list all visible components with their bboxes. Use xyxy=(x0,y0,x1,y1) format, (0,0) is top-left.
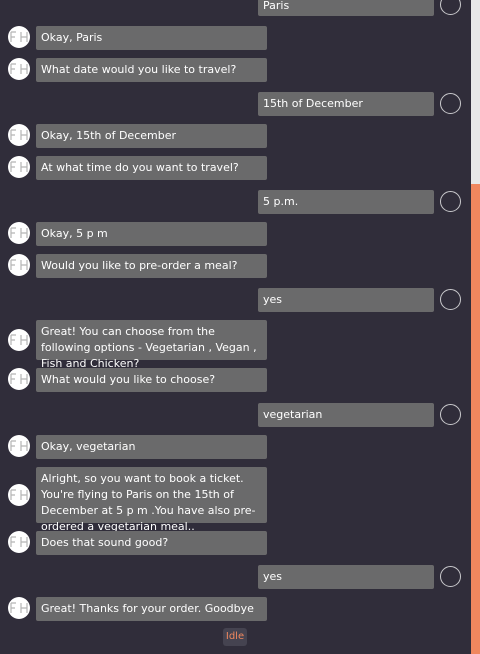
fh-logo-icon xyxy=(10,489,28,500)
message-bubble: Okay, Paris xyxy=(36,26,267,50)
bot-avatar xyxy=(8,597,30,619)
fh-logo-icon xyxy=(10,259,28,270)
message-bubble: Okay, 15th of December xyxy=(36,124,267,148)
message-bubble: What date would you like to travel? xyxy=(36,58,267,82)
message-bubble: yes xyxy=(258,288,434,312)
fh-logo-icon xyxy=(10,63,28,74)
user-avatar xyxy=(440,404,461,425)
bot-avatar xyxy=(8,58,30,80)
bot-avatar xyxy=(8,531,30,553)
bot-avatar xyxy=(8,222,30,244)
message-bubble: 5 p.m. xyxy=(258,190,434,214)
message-bubble: yes xyxy=(258,565,434,589)
message-bubble: Would you like to pre-order a meal? xyxy=(36,254,267,278)
message-bubble: Does that sound good? xyxy=(36,531,267,555)
bot-avatar xyxy=(8,368,30,390)
user-avatar xyxy=(440,191,461,212)
fh-logo-icon xyxy=(10,334,28,345)
bot-avatar xyxy=(8,26,30,48)
bot-avatar xyxy=(8,435,30,457)
fh-logo-icon xyxy=(10,373,28,384)
user-avatar xyxy=(440,0,461,15)
bot-avatar xyxy=(8,484,30,506)
user-avatar xyxy=(440,566,461,587)
message-bubble: vegetarian xyxy=(258,403,434,427)
user-avatar xyxy=(440,93,461,114)
message-bubble: Great! Thanks for your order. Goodbye xyxy=(36,597,267,621)
message-bubble: Alright, so you want to book a ticket. Y… xyxy=(36,467,267,533)
fh-logo-icon xyxy=(10,129,28,140)
fh-logo-icon xyxy=(10,31,28,42)
message-bubble: Paris xyxy=(258,0,434,16)
fh-logo-icon xyxy=(10,602,28,613)
message-bubble: At what time do you want to travel? xyxy=(36,156,267,180)
scrollbar[interactable] xyxy=(471,0,480,654)
message-bubble: 15th of December xyxy=(258,92,434,116)
bot-avatar xyxy=(8,329,30,351)
fh-logo-icon xyxy=(10,161,28,172)
message-bubble: What would you like to choose? xyxy=(36,368,267,392)
message-bubble: Okay, vegetarian xyxy=(36,435,267,459)
fh-logo-icon xyxy=(10,440,28,451)
scrollbar-thumb[interactable] xyxy=(471,184,480,654)
message-bubble: Okay, 5 p m xyxy=(36,222,267,246)
message-bubble: Great! You can choose from the following… xyxy=(36,320,267,370)
user-avatar xyxy=(440,289,461,310)
fh-logo-icon xyxy=(10,536,28,547)
bot-avatar xyxy=(8,156,30,178)
bot-avatar xyxy=(8,254,30,276)
chat-transcript: Paris Okay, Paris What date would you li… xyxy=(0,0,471,654)
bot-avatar xyxy=(8,124,30,146)
scrollbar-track[interactable] xyxy=(471,0,480,184)
status-badge: Idle xyxy=(223,628,247,646)
fh-logo-icon xyxy=(10,227,28,238)
